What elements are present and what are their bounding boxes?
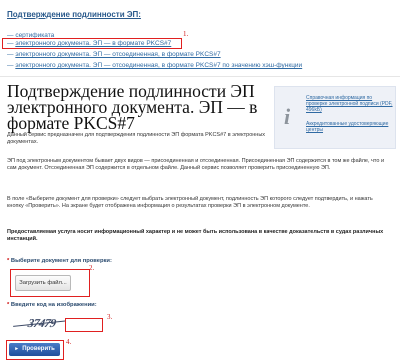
check-button-label: Проверить [22, 346, 55, 352]
submit-highlight-box: ► Проверить [6, 340, 64, 360]
captcha-field-label: * Введите код на изображении: [7, 302, 97, 308]
help-link-reference[interactable]: Справочная информация по проверке электр… [306, 95, 394, 113]
check-button[interactable]: ► Проверить [9, 343, 60, 356]
arrow-right-icon: ► [14, 346, 20, 352]
captcha-label-text: Введите код на изображении: [10, 302, 97, 308]
description-text: ЭП под электронным документом бывает дву… [7, 158, 385, 171]
top-nav-panel: Подтверждение подлинности ЭП: — сертифик… [0, 0, 400, 78]
doc-field-label: * Выберите документ для проверки: [7, 258, 112, 264]
annotation-marker-1: 1. [183, 30, 189, 38]
intro-text: Данный сервис предназначен для подтвержд… [7, 132, 266, 145]
annotation-marker-4: 4. [66, 338, 72, 346]
help-link-centers[interactable]: Аккредитованные удостоверяющие центры [306, 121, 394, 133]
doc-label-text: Выберите документ для проверки: [10, 258, 112, 264]
notice-text: Предоставляемая услуга носит информацион… [7, 229, 384, 242]
nav-link-detached[interactable]: электронного документа. ЭП — отсоединенн… [15, 51, 220, 58]
nav-title: Подтверждение подлинности ЭП: [7, 10, 141, 19]
nav-item-detached[interactable]: — электронного документа. ЭП — отсоедине… [7, 51, 221, 58]
page-title: Подтверждение подлинности ЭП электронног… [7, 81, 258, 133]
nav-item-hash[interactable]: — электронного документа. ЭП — отсоедине… [7, 62, 302, 69]
captcha-input[interactable] [65, 318, 103, 332]
required-mark: * [7, 302, 10, 308]
info-icon: i [283, 104, 291, 129]
required-mark: * [7, 258, 10, 264]
annotation-marker-3: 3. [107, 313, 113, 321]
divider [0, 76, 400, 77]
help-sidebar: i Справочная информация по проверке элек… [274, 86, 396, 149]
instructions-text: В поле «Выберите документ для проверки» … [7, 196, 373, 209]
annotation-marker-2: 2. [89, 264, 95, 272]
upload-file-button[interactable]: Загрузить файл... [15, 275, 71, 291]
captcha-image: 37479 [26, 316, 57, 330]
nav-link-hash[interactable]: электронного документа. ЭП — отсоединенн… [15, 62, 302, 69]
highlight-box-1 [2, 38, 182, 49]
upload-highlight-box: Загрузить файл... [10, 269, 90, 297]
